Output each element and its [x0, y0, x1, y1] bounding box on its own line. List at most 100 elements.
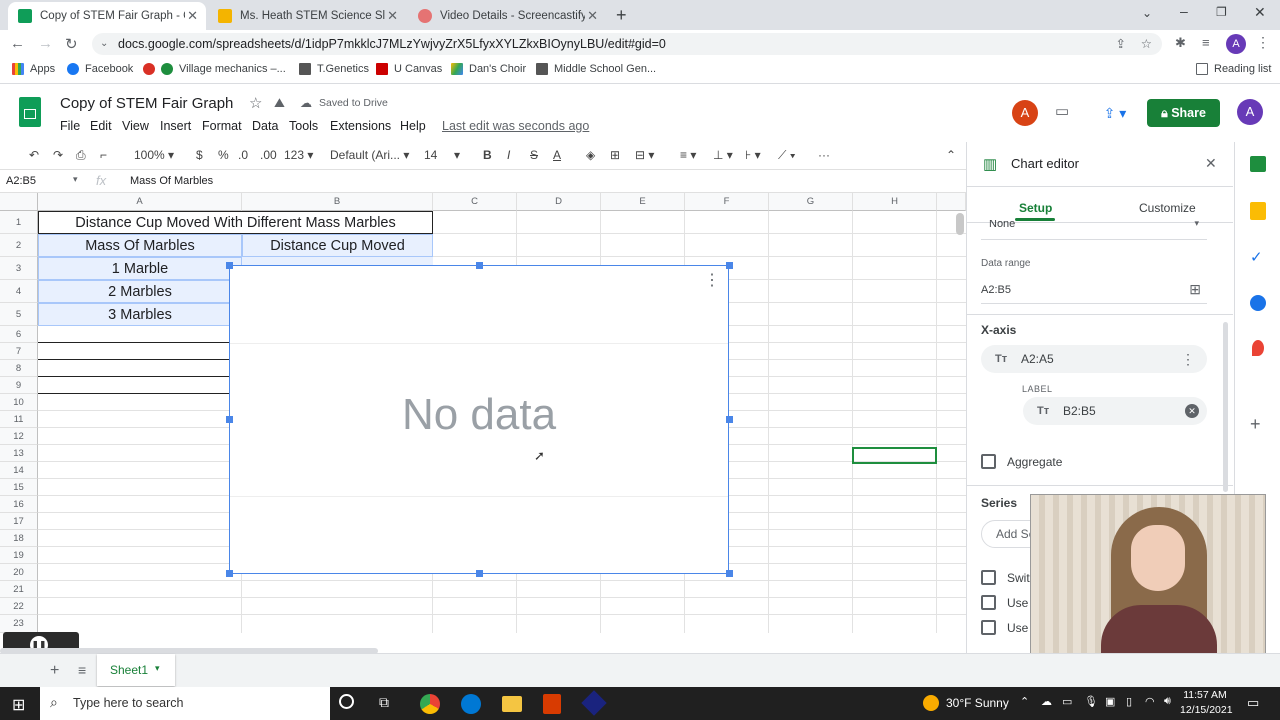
row-header[interactable]: 22 [0, 598, 38, 615]
select-all-corner[interactable] [0, 193, 38, 211]
notifications-icon[interactable]: ▭ [1247, 695, 1259, 711]
menu-view[interactable]: View [122, 119, 149, 133]
bookmark-middle-school[interactable]: Middle School Gen... [536, 63, 656, 75]
row-header[interactable]: 21 [0, 581, 38, 598]
menu-tools[interactable]: Tools [289, 119, 318, 133]
add-sheet-icon[interactable]: + [50, 662, 59, 680]
back-icon[interactable]: ← [10, 35, 25, 52]
column-header-d[interactable]: D [517, 193, 601, 211]
currency-format-button[interactable]: $ [196, 148, 203, 162]
media-icon[interactable]: ≡ [1202, 35, 1210, 50]
name-box-dropdown-icon[interactable]: ▾ [73, 174, 78, 185]
row-header[interactable]: 7 [0, 343, 38, 360]
column-header-f[interactable]: F [685, 193, 769, 211]
aggregate-checkbox[interactable] [981, 454, 996, 469]
account-avatar[interactable]: A [1237, 99, 1263, 125]
browser-menu-icon[interactable]: ⋮ [1256, 34, 1270, 51]
row-header[interactable]: 20 [0, 564, 38, 581]
share-page-icon[interactable]: ⇪ [1116, 33, 1126, 55]
row-header[interactable]: 14 [0, 462, 38, 479]
row-header[interactable]: 15 [0, 479, 38, 496]
remove-label-icon[interactable]: ✕ [1185, 404, 1199, 418]
task-view-icon[interactable]: ⧉ [379, 694, 389, 711]
collaborator-avatar[interactable]: A [1012, 100, 1038, 126]
tab-setup[interactable]: Setup [1019, 201, 1052, 215]
row-header[interactable]: 18 [0, 530, 38, 547]
resize-handle-e[interactable] [726, 416, 733, 423]
italic-icon[interactable]: I [507, 148, 510, 162]
maps-icon[interactable] [1252, 340, 1264, 356]
menu-data[interactable]: Data [252, 119, 278, 133]
cell-a4[interactable]: 2 Marbles [38, 280, 242, 303]
column-header-c[interactable]: C [433, 193, 517, 211]
file-explorer-icon[interactable] [502, 696, 522, 712]
menu-edit[interactable]: Edit [90, 119, 112, 133]
clock-date[interactable]: 12/15/2021 [1180, 704, 1233, 716]
column-header-b[interactable]: B [242, 193, 433, 211]
microphone-icon[interactable]: 🎙︎ [1084, 695, 1098, 708]
cell-a3[interactable]: 1 Marble [38, 257, 242, 280]
resize-handle-ne[interactable] [726, 262, 733, 269]
resize-handle-sw[interactable] [226, 570, 233, 577]
borders-icon[interactable]: ⊞ [610, 148, 620, 162]
resize-handle-n[interactable] [476, 262, 483, 269]
last-edit-link[interactable]: Last edit was seconds ago [442, 119, 589, 133]
clock-time[interactable]: 11:57 AM [1180, 689, 1230, 701]
window-close-icon[interactable]: ✕ [1254, 4, 1266, 21]
present-icon[interactable]: ⇪ ▾ [1094, 99, 1136, 127]
volume-icon[interactable]: 🔊︎ [1164, 695, 1171, 708]
menu-help[interactable]: Help [400, 119, 426, 133]
bookmark-apps[interactable]: Apps [12, 63, 55, 75]
vertical-scrollbar[interactable] [956, 213, 964, 235]
tab-customize[interactable]: Customize [1139, 201, 1196, 215]
cell-a5[interactable]: 3 Marbles [38, 303, 242, 326]
resize-handle-w[interactable] [226, 416, 233, 423]
text-color-icon[interactable]: A [553, 148, 561, 162]
comments-icon[interactable]: ▭ [1055, 102, 1069, 120]
tray-chevron-icon[interactable]: ⌃ [1020, 695, 1029, 708]
row-header[interactable]: 19 [0, 547, 38, 564]
chrome-taskbar-icon[interactable] [420, 694, 440, 714]
horizontal-scrollbar[interactable] [0, 648, 378, 654]
close-icon[interactable]: ✕ [1205, 155, 1217, 172]
data-range-input[interactable]: A2:B5 ⊞ [981, 278, 1207, 304]
menu-file[interactable]: File [60, 119, 80, 133]
row-header[interactable]: 2 [0, 234, 38, 257]
tasks-icon[interactable]: ✓ [1250, 248, 1263, 266]
move-icon[interactable]: ⛰ [274, 95, 285, 111]
close-icon[interactable]: ✕ [187, 8, 198, 24]
row-header[interactable]: 1 [0, 211, 38, 234]
resize-handle-nw[interactable] [226, 262, 233, 269]
row-header[interactable]: 6 [0, 326, 38, 343]
url-input[interactable]: ⌄ docs.google.com/spreadsheets/d/1idpP7m… [92, 33, 1162, 55]
zoom-select[interactable]: 100% ▾ [134, 148, 174, 162]
row-header[interactable]: 23 [0, 615, 38, 633]
merge-cells-icon[interactable]: ⊟ ▾ [635, 148, 654, 162]
row-header[interactable]: 13 [0, 445, 38, 462]
taskbar-search-box[interactable]: ⌕ Type here to search [40, 687, 330, 720]
switch-rows-columns-checkbox[interactable] [981, 570, 996, 585]
tab-screencastify[interactable]: Video Details - Screencastify ✕ [408, 2, 606, 30]
chart-menu-icon[interactable]: ⋮ [704, 270, 720, 290]
use-column-checkbox[interactable] [981, 620, 996, 635]
contacts-icon[interactable] [1250, 295, 1266, 311]
row-header[interactable]: 10 [0, 394, 38, 411]
app-icon[interactable] [581, 690, 607, 716]
cell-b2[interactable]: Distance Cup Moved [242, 234, 433, 257]
undo-icon[interactable]: ↶ [29, 148, 39, 162]
star-icon[interactable]: ☆ [249, 94, 262, 112]
column-header-a[interactable]: A [38, 193, 242, 211]
sheet-tab-sheet1[interactable]: Sheet1 ▾ [97, 654, 175, 686]
bookmark-village[interactable]: Village mechanics –... [143, 63, 286, 75]
text-rotation-icon[interactable]: ⟋ ▾ [778, 148, 796, 163]
text-wrap-icon[interactable]: ⊦ ▾ [745, 148, 761, 162]
percent-format-button[interactable]: % [218, 148, 229, 162]
menu-format[interactable]: Format [202, 119, 242, 133]
fill-color-icon[interactable]: ◈ [586, 148, 595, 162]
extensions-icon[interactable]: ✱ [1175, 35, 1186, 51]
site-info-icon[interactable]: ⌄ [100, 33, 108, 55]
forward-icon[interactable]: → [38, 35, 53, 52]
row-header[interactable]: 17 [0, 513, 38, 530]
vertical-align-icon[interactable]: ⊥ ▾ [713, 148, 733, 162]
new-tab-icon[interactable]: + [616, 5, 627, 26]
